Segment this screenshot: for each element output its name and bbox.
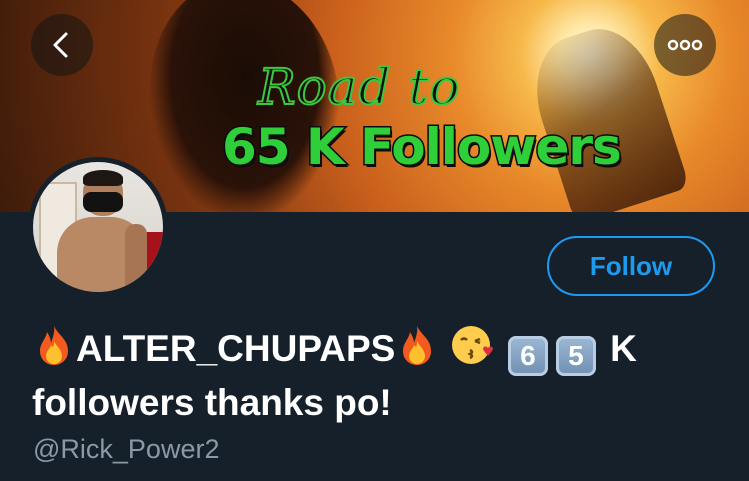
- fire-emoji-icon: [40, 326, 68, 365]
- more-horizontal-icon: [667, 39, 703, 51]
- follow-button[interactable]: Follow: [547, 236, 715, 296]
- banner-line-1: Road to: [257, 57, 461, 117]
- chevron-left-icon: [53, 32, 68, 58]
- display-name-text: ALTER_CHUPAPS: [76, 328, 396, 369]
- display-name-suffix: K: [610, 328, 637, 369]
- face-blowing-kiss-icon: [451, 326, 493, 364]
- avatar[interactable]: [28, 157, 168, 297]
- display-name: ALTER_CHUPAPS 65 K followers thanks po!: [32, 322, 732, 430]
- back-button[interactable]: [31, 14, 93, 76]
- user-handle: @Rick_Power2: [33, 434, 220, 464]
- fire-emoji-icon: [403, 326, 432, 365]
- display-name-line-2: followers thanks po!: [32, 382, 392, 423]
- keycap-digit: 5: [555, 336, 596, 376]
- avatar-photo: [33, 162, 163, 292]
- banner-line-2: 65 K Followers: [221, 117, 624, 178]
- keycap-digit: 6: [507, 336, 548, 376]
- more-button[interactable]: [654, 14, 716, 76]
